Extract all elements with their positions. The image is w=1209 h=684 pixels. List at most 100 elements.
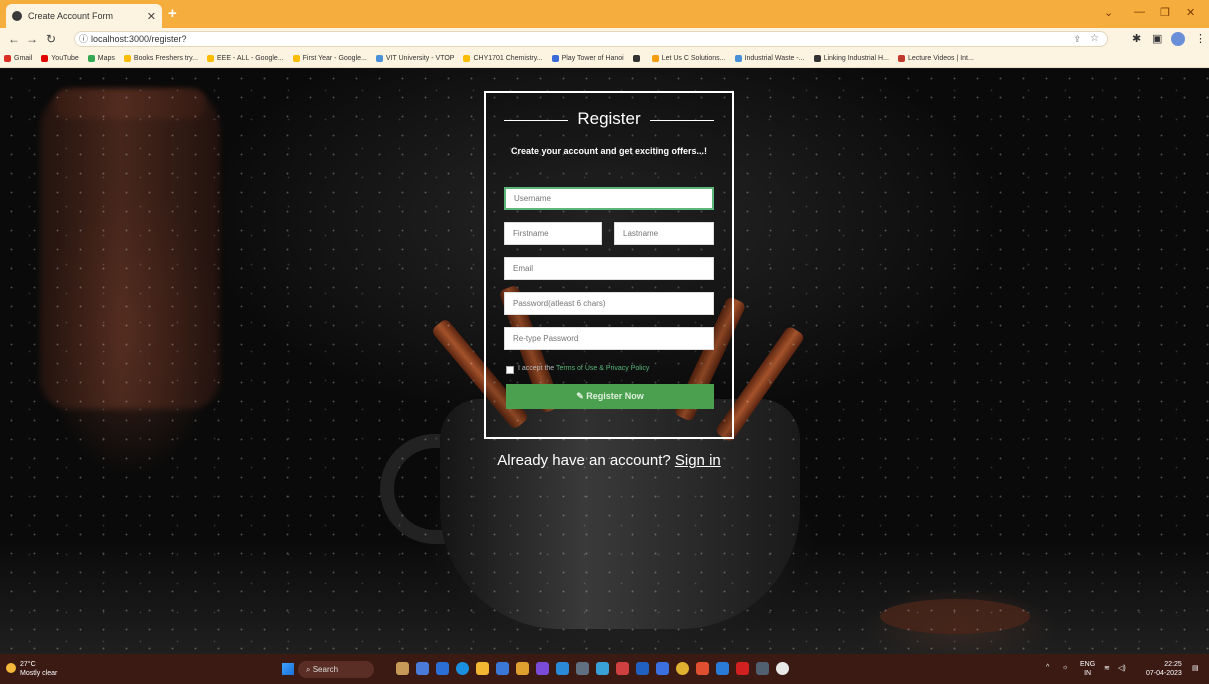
terms-link[interactable]: Terms of Use & Privacy Policy xyxy=(556,365,649,372)
email-input[interactable] xyxy=(504,257,714,280)
signin-link[interactable]: Sign in xyxy=(675,452,721,469)
notification-icon[interactable]: ▤ xyxy=(1192,664,1199,672)
back-icon[interactable]: ← xyxy=(8,32,20,46)
taskbar-search[interactable]: ⌕ Search xyxy=(298,661,374,678)
browser-tab-bar: Create Account Form ✕ + ⌄ — ❐ ✕ xyxy=(0,0,1209,28)
close-window-icon[interactable]: ✕ xyxy=(1186,6,1195,19)
language-code: ENG xyxy=(1080,661,1096,668)
bookmark-label: VIT University - VTOP xyxy=(385,55,455,62)
bookmark-icon xyxy=(813,55,821,62)
app-icon[interactable] xyxy=(656,662,669,675)
chrome-icon[interactable] xyxy=(676,662,689,675)
side-panel-icon[interactable]: ▣ xyxy=(1152,32,1162,45)
bookmark-label: Books Freshers try... xyxy=(133,55,198,62)
app-icon[interactable] xyxy=(516,662,529,675)
firstname-input[interactable] xyxy=(504,222,602,245)
bookmark-item[interactable] xyxy=(632,55,643,62)
form-subtitle: Create your account and get exciting off… xyxy=(510,146,708,156)
edge-icon[interactable] xyxy=(456,662,469,675)
app-icon[interactable] xyxy=(776,662,789,675)
terms-prefix: I accept the xyxy=(518,365,555,372)
new-tab-icon[interactable]: + xyxy=(168,5,177,22)
volume-icon[interactable]: ◁) xyxy=(1118,664,1126,672)
title-divider xyxy=(650,120,714,121)
start-button[interactable] xyxy=(282,663,294,675)
terms-label: I accept the Terms of Use & Privacy Poli… xyxy=(518,365,649,372)
title-divider xyxy=(504,120,568,121)
lastname-input[interactable] xyxy=(614,222,714,245)
app-icon[interactable] xyxy=(536,662,549,675)
restore-icon[interactable]: ❐ xyxy=(1160,6,1170,19)
bookmark-star-icon[interactable]: ☆ xyxy=(1090,32,1099,46)
vscode-icon[interactable] xyxy=(716,662,729,675)
register-button-label: Register Now xyxy=(586,391,644,401)
browser-tab[interactable]: Create Account Form ✕ xyxy=(6,4,162,28)
retype-password-input[interactable] xyxy=(504,327,714,350)
bookmark-item[interactable]: Lecture Videos | Int... xyxy=(897,55,974,62)
site-info-icon[interactable]: ⓘ xyxy=(79,32,88,46)
bookmark-item[interactable]: CHY1701 Chemistry... xyxy=(463,55,543,62)
file-explorer-icon[interactable] xyxy=(476,662,489,675)
app-icon[interactable] xyxy=(636,662,649,675)
widget-icon[interactable] xyxy=(396,662,409,675)
store-icon[interactable] xyxy=(496,662,509,675)
signin-prompt: Already have an account? Sign in xyxy=(484,452,734,469)
weather-icon xyxy=(6,663,16,673)
bookmark-icon xyxy=(734,55,742,62)
address-bar[interactable]: ⓘ localhost:3000/register? ⇪ ☆ xyxy=(74,31,1108,47)
app-icon[interactable] xyxy=(616,662,629,675)
bookmark-icon xyxy=(4,55,11,62)
task-view-icon[interactable] xyxy=(416,662,429,675)
bookmark-label: Gmail xyxy=(14,55,33,62)
app-icon[interactable] xyxy=(596,662,609,675)
bookmark-item[interactable]: YouTube xyxy=(41,55,79,62)
menu-icon[interactable]: ⋮ xyxy=(1195,32,1206,45)
username-input[interactable] xyxy=(504,187,714,210)
app-icon[interactable] xyxy=(696,662,709,675)
reload-icon[interactable]: ↻ xyxy=(46,32,56,46)
share-icon[interactable]: ⇪ xyxy=(1073,32,1081,46)
extensions-icon[interactable]: ✱ xyxy=(1132,32,1141,45)
bookmark-label: Maps xyxy=(97,55,115,62)
bookmark-item[interactable]: Industrial Waste -... xyxy=(734,55,805,62)
wifi-icon[interactable]: ≋ xyxy=(1104,664,1110,672)
bookmark-item[interactable]: Let Us C Solutions... xyxy=(651,55,726,62)
register-button[interactable]: ✎ Register Now xyxy=(506,384,714,409)
teams-icon[interactable] xyxy=(436,662,449,675)
tab-close-icon[interactable]: ✕ xyxy=(147,10,156,23)
forward-icon[interactable]: → xyxy=(26,32,38,46)
bookmark-item[interactable]: EEE - ALL - Google... xyxy=(206,55,284,62)
bookmark-item[interactable]: Maps xyxy=(87,55,115,62)
terms-checkbox[interactable] xyxy=(506,366,514,374)
minimize-icon[interactable]: — xyxy=(1134,6,1145,18)
clock[interactable]: 22:25 07-04-2023 xyxy=(1146,660,1182,678)
bookmark-item[interactable]: Play Tower of Hanoi xyxy=(551,55,624,62)
tray-icon[interactable]: ☼ xyxy=(1062,664,1068,671)
terminal-icon[interactable] xyxy=(756,662,769,675)
bookmark-icon xyxy=(87,55,95,62)
tab-search-icon[interactable]: ⌄ xyxy=(1104,6,1113,19)
bookmark-item[interactable]: Books Freshers try... xyxy=(123,55,198,62)
bookmark-item[interactable]: VIT University - VTOP xyxy=(375,55,455,62)
bookmark-icon xyxy=(463,55,471,62)
register-form: Register Create your account and get exc… xyxy=(484,91,734,439)
acrobat-icon[interactable] xyxy=(736,662,749,675)
signin-prefix: Already have an account? xyxy=(497,452,671,469)
app-icon[interactable] xyxy=(556,662,569,675)
bookmark-label: Lecture Videos | Int... xyxy=(907,55,974,62)
profile-avatar[interactable] xyxy=(1171,32,1185,46)
tab-title: Create Account Form xyxy=(28,11,114,21)
form-title-row: Register xyxy=(486,109,732,129)
bookmark-item[interactable]: First Year - Google... xyxy=(292,55,367,62)
tray-chevron-icon[interactable]: ^ xyxy=(1046,664,1049,671)
taskbar: 27°C Mostly clear ⌕ Search ^ ☼ ENG IN ≋ … xyxy=(0,654,1209,684)
bookmark-item[interactable]: Linking Industrial H... xyxy=(813,55,889,62)
bookmark-label: First Year - Google... xyxy=(302,55,367,62)
bookmark-label: CHY1701 Chemistry... xyxy=(473,55,543,62)
weather-widget[interactable]: 27°C Mostly clear xyxy=(6,660,57,678)
password-input[interactable] xyxy=(504,292,714,315)
language-indicator[interactable]: ENG IN xyxy=(1080,660,1095,678)
bookmark-item[interactable]: Gmail xyxy=(4,55,32,62)
app-icon[interactable] xyxy=(576,662,589,675)
page-background: Register Create your account and get exc… xyxy=(0,69,1209,654)
